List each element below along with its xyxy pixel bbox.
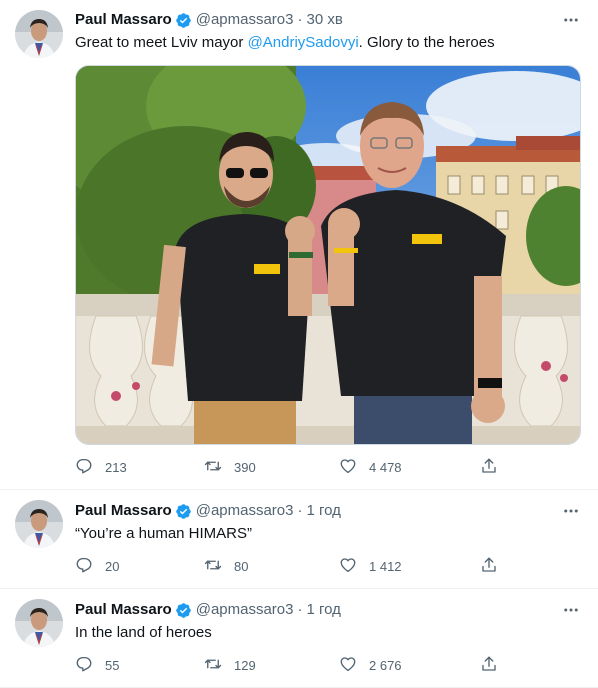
verified-badge-icon xyxy=(175,602,192,619)
share-upload-icon xyxy=(480,457,498,478)
retweet-count: 129 xyxy=(234,657,256,673)
reply-button[interactable]: 55 xyxy=(75,655,119,675)
retweet-arrows-icon xyxy=(204,457,222,478)
timestamp[interactable]: 1 год xyxy=(307,501,341,521)
avatar[interactable] xyxy=(15,599,63,647)
reply-bubble-icon xyxy=(75,457,93,478)
tweet-header: Paul Massaro @apmassaro3 · 1 год xyxy=(75,600,558,620)
separator-dot: · xyxy=(297,601,303,618)
tweet-text-part: Great to meet Lviv mayor xyxy=(75,34,248,51)
separator-dot: · xyxy=(297,11,303,28)
like-button[interactable]: 2 676 xyxy=(339,655,402,675)
more-dots-icon[interactable] xyxy=(560,501,582,521)
reply-bubble-icon xyxy=(75,556,93,577)
mention-link[interactable]: @AndriySadovyi xyxy=(248,34,359,51)
retweet-button[interactable]: 390 xyxy=(204,457,256,477)
author-handle[interactable]: @apmassaro3 xyxy=(196,501,294,521)
author-handle[interactable]: @apmassaro3 xyxy=(196,600,294,620)
tweet-photo[interactable] xyxy=(75,65,581,445)
share-button[interactable] xyxy=(480,655,498,675)
reply-bubble-icon xyxy=(75,655,93,676)
heart-icon xyxy=(339,655,357,676)
like-count: 2 676 xyxy=(369,657,402,673)
tweet-text-part: . Glory to the heroes xyxy=(358,34,495,51)
reply-button[interactable]: 213 xyxy=(75,457,127,477)
tweet[interactable]: Paul Massaro @apmassaro3 · 1 год In the … xyxy=(0,589,598,688)
timestamp[interactable]: 30 хв xyxy=(307,10,343,30)
tweet-text: “You’re a human HIMARS” xyxy=(75,525,253,542)
like-count: 4 478 xyxy=(369,459,402,475)
verified-badge-icon xyxy=(175,503,192,520)
author-name[interactable]: Paul Massaro xyxy=(75,600,172,620)
tweet-feed: Paul Massaro @apmassaro3 · 30 хв Great t… xyxy=(0,0,598,688)
tweet-header: Paul Massaro @apmassaro3 · 30 хв xyxy=(75,10,558,30)
tweet-text: Great to meet Lviv mayor @AndriySadovyi.… xyxy=(75,33,578,53)
retweet-count: 390 xyxy=(234,459,256,475)
tweet[interactable]: Paul Massaro @apmassaro3 · 1 год “You’re… xyxy=(0,490,598,589)
tweet-text: In the land of heroes xyxy=(75,624,212,641)
tweet-actions: 55 129 2 676 xyxy=(75,655,505,675)
reply-count: 213 xyxy=(105,459,127,475)
tweet-header: Paul Massaro @apmassaro3 · 1 год xyxy=(75,501,558,521)
verified-badge-icon xyxy=(175,12,192,29)
like-button[interactable]: 1 412 xyxy=(339,556,402,576)
author-handle[interactable]: @apmassaro3 xyxy=(196,10,294,30)
share-upload-icon xyxy=(480,556,498,577)
tweet-actions: 213 390 4 478 xyxy=(75,457,505,477)
separator-dot: · xyxy=(297,502,303,519)
timestamp[interactable]: 1 год xyxy=(307,600,341,620)
tweet-actions: 20 80 1 412 xyxy=(75,556,505,576)
like-button[interactable]: 4 478 xyxy=(339,457,402,477)
share-button[interactable] xyxy=(480,457,498,477)
tweet[interactable]: Paul Massaro @apmassaro3 · 30 хв Great t… xyxy=(0,0,598,490)
retweet-button[interactable]: 129 xyxy=(204,655,256,675)
retweet-button[interactable]: 80 xyxy=(204,556,248,576)
share-button[interactable] xyxy=(480,556,498,576)
avatar[interactable] xyxy=(15,500,63,548)
heart-icon xyxy=(339,556,357,577)
heart-icon xyxy=(339,457,357,478)
author-name[interactable]: Paul Massaro xyxy=(75,501,172,521)
more-dots-icon[interactable] xyxy=(560,10,582,30)
retweet-arrows-icon xyxy=(204,655,222,676)
retweet-count: 80 xyxy=(234,558,249,574)
avatar[interactable] xyxy=(15,10,63,58)
more-dots-icon[interactable] xyxy=(560,600,582,620)
like-count: 1 412 xyxy=(369,558,402,574)
reply-count: 55 xyxy=(105,657,120,673)
share-upload-icon xyxy=(480,655,498,676)
reply-count: 20 xyxy=(105,558,120,574)
retweet-arrows-icon xyxy=(204,556,222,577)
reply-button[interactable]: 20 xyxy=(75,556,119,576)
author-name[interactable]: Paul Massaro xyxy=(75,10,172,30)
